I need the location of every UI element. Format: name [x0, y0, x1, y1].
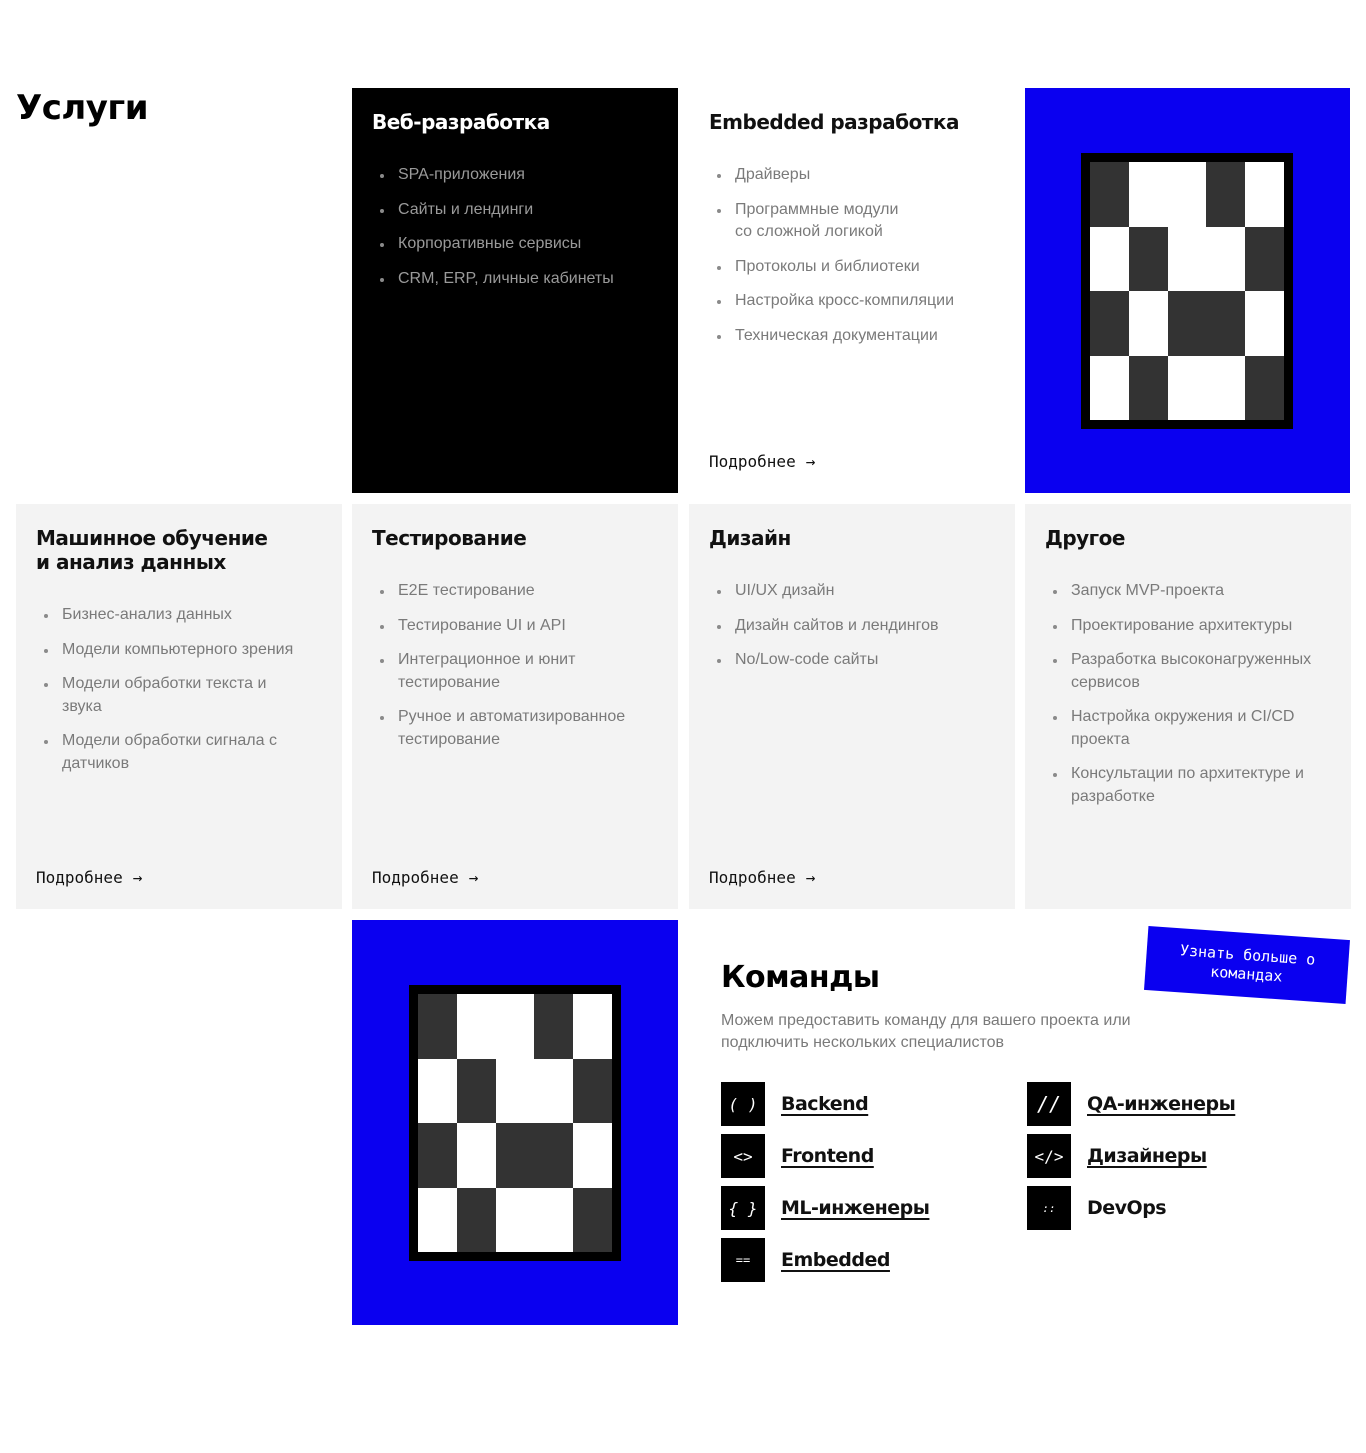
arrow-right-icon: →	[805, 868, 816, 887]
checker-pattern	[1090, 162, 1284, 420]
more-link[interactable]: Подробнее →	[709, 452, 815, 471]
team-label: DevOps	[1087, 1197, 1167, 1219]
list-item: Бизнес-анализ данных	[42, 604, 322, 627]
team-label[interactable]: QA-инженеры	[1087, 1093, 1236, 1115]
list-item: Модели обработки текста и звука	[42, 673, 302, 718]
list-item: Настройка окружения и CI/CD проекта	[1051, 706, 1326, 751]
team-label[interactable]: Embedded	[781, 1249, 890, 1271]
list-item-text: Программные модули со сложной логикой	[735, 200, 899, 241]
teams-more-sticker-button[interactable]: Узнать больше о командах	[1144, 926, 1350, 1004]
list-item: Тестирование UI и API	[378, 615, 658, 638]
list-item: E2E тестирование	[378, 580, 658, 603]
arrow-right-icon: →	[132, 868, 143, 887]
service-list: SPA-приложения Сайты и лендинги Корпорат…	[378, 164, 658, 290]
card-design: Дизайн UI/UX дизайн Дизайн сайтов и ленд…	[689, 504, 1015, 909]
card-embedded: Embedded разработка Драйверы Программные…	[689, 88, 1015, 493]
list-item: Техническая документации	[715, 325, 995, 348]
equals-icon: ==	[721, 1238, 765, 1282]
decorative-blue-block	[1025, 88, 1350, 493]
card-title: Тестирование	[372, 526, 527, 550]
service-list: Драйверы Программные модули со сложной л…	[715, 164, 995, 347]
list-item: SPA-приложения	[378, 164, 658, 187]
checker-pattern	[418, 994, 612, 1252]
card-title: Машинное обучение и анализ данных	[36, 526, 322, 574]
list-item-text: Техническая документации	[735, 326, 938, 344]
team-item-devops: :: DevOps	[1027, 1186, 1167, 1230]
list-item: Дизайн сайтов и лендингов	[715, 615, 995, 638]
decorative-blue-block	[352, 920, 678, 1325]
more-link[interactable]: Подробнее →	[36, 868, 142, 887]
arrow-right-icon: →	[805, 452, 816, 471]
list-item: Запуск MVP-проекта	[1051, 580, 1331, 603]
more-link-label: Подробнее	[36, 868, 123, 887]
team-label[interactable]: Frontend	[781, 1145, 874, 1167]
code-tag-icon: </>	[1027, 1134, 1071, 1178]
card-title-line: и анализ данных	[36, 550, 226, 574]
more-link[interactable]: Подробнее →	[709, 868, 815, 887]
card-title: Embedded разработка	[709, 110, 959, 134]
list-item: Консультации по архитектуре и разработке	[1051, 763, 1321, 808]
card-title: Другое	[1045, 526, 1125, 550]
team-label[interactable]: Дизайнеры	[1087, 1145, 1207, 1167]
page-title: Услуги	[16, 88, 149, 128]
arrow-right-icon: →	[468, 868, 479, 887]
team-link-frontend[interactable]: <> Frontend	[721, 1134, 874, 1178]
team-label[interactable]: Backend	[781, 1093, 869, 1115]
card-title: Дизайн	[709, 526, 791, 550]
list-item: UI/UX дизайн	[715, 580, 995, 603]
teams-subtitle: Можем предоставить команду для вашего пр…	[721, 1012, 1131, 1051]
card-testing: Тестирование E2E тестирование Тестирован…	[352, 504, 678, 909]
service-list: E2E тестирование Тестирование UI и API И…	[378, 580, 658, 751]
list-item: Модели обработки сигнала с датчиков	[42, 730, 292, 775]
list-item: Модели компьютерного зрения	[42, 639, 322, 662]
double-colon-icon: ::	[1027, 1186, 1071, 1230]
team-label[interactable]: ML-инженеры	[781, 1197, 930, 1219]
card-title-line: Машинное обучение	[36, 526, 268, 550]
list-item: No/Low-code сайты	[715, 649, 995, 672]
parentheses-icon: ( )	[721, 1082, 765, 1126]
more-link-label: Подробнее	[372, 868, 459, 887]
service-list: Бизнес-анализ данных Модели компьютерног…	[42, 604, 322, 775]
service-list: UI/UX дизайн Дизайн сайтов и лендингов N…	[715, 580, 995, 672]
curly-braces-icon: { }	[721, 1186, 765, 1230]
list-item-text: Протоколы и библиотеки	[735, 257, 920, 275]
card-other: Другое Запуск MVP-проекта Проектирование…	[1025, 504, 1351, 909]
list-item: Настройка кросс-компиляции	[715, 290, 995, 313]
more-link-label: Подробнее	[709, 868, 796, 887]
team-link-embedded[interactable]: == Embedded	[721, 1238, 890, 1282]
list-item: Корпоративные сервисы	[378, 233, 658, 256]
angle-brackets-icon: <>	[721, 1134, 765, 1178]
list-item: Проектирование архитектуры	[1051, 615, 1331, 638]
team-link-backend[interactable]: ( ) Backend	[721, 1082, 869, 1126]
team-link-designers[interactable]: </> Дизайнеры	[1027, 1134, 1207, 1178]
team-link-qa[interactable]: // QA-инженеры	[1027, 1082, 1236, 1126]
list-item-text: Драйверы	[735, 166, 811, 183]
list-item: Программные модули со сложной логикой	[715, 199, 915, 244]
list-item-text: Настройка кросс-компиляции	[735, 292, 955, 309]
card-title: Веб-разработка	[372, 110, 550, 134]
teams-title: Команды	[721, 960, 880, 995]
list-item: Ручное и автоматизированное тестирование	[378, 706, 658, 751]
list-item: Протоколы и библиотеки	[715, 256, 995, 279]
list-item: Разработка высоконагруженных сервисов	[1051, 649, 1321, 694]
team-link-ml[interactable]: { } ML-инженеры	[721, 1186, 930, 1230]
double-slash-icon: //	[1027, 1082, 1071, 1126]
more-link[interactable]: Подробнее →	[372, 868, 478, 887]
service-list: Запуск MVP-проекта Проектирование архите…	[1051, 580, 1331, 808]
list-item: Драйверы	[715, 164, 995, 187]
more-link-label: Подробнее	[709, 452, 796, 471]
card-web-development[interactable]: Веб-разработка SPA-приложения Сайты и ле…	[352, 88, 678, 493]
list-item: Сайты и лендинги	[378, 199, 658, 222]
list-item: CRM, ERP, личные кабинеты	[378, 268, 658, 291]
list-item: Интеграционное и юнит тестирование	[378, 649, 608, 694]
card-machine-learning: Машинное обучение и анализ данных Бизнес…	[16, 504, 342, 909]
